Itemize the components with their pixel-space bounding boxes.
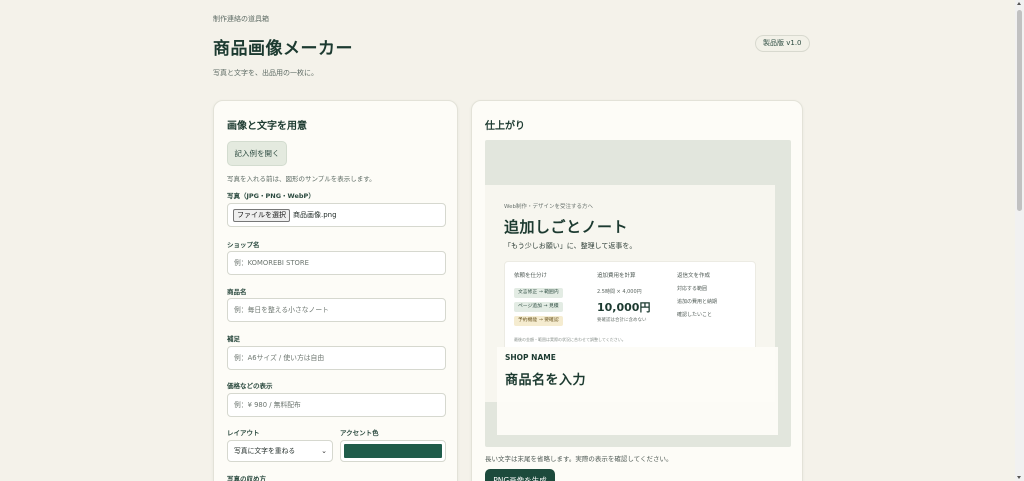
app-eyebrow: 制作連絡の道具箱 [213,15,269,23]
layout-select[interactable]: 写真に文字を重ねる ⌄ [227,440,333,462]
sample-amount-note: 要確認は合計に含めない [597,318,647,323]
shop-name-input[interactable]: 例：KOMOREBI STORE [227,251,446,275]
sample-col-reply: 返信文を作成 対応する範囲 追加の費用と納期 確認したいこと [677,271,717,318]
photo-file-input[interactable]: ファイルを選択 商品画像.png [227,203,446,227]
shop-name-label: ショップ名 [227,241,260,249]
sample-col-calc: 追加費用を計算 2.5時間 × 4,000円 10,000円 要確認は合計に含め… [597,271,650,323]
form-panel: 画像と文字を用意 記入例を開く 写真を入れる前は、図形のサンプルを表示します。 … [213,100,458,481]
photo-label: 写真（JPG・PNG・WebP） [227,192,315,200]
choose-file-button[interactable]: ファイルを選択 [233,208,290,222]
form-panel-title: 画像と文字を用意 [227,121,307,132]
page-header: 制作連絡の道具箱 商品画像メーカー 写真と文字を、出品用の一枚に。 [213,14,803,78]
photo-fit-label: 写真の収め方 [227,475,266,481]
sample-list-item: 追加の費用と納期 [677,299,718,305]
sample-footnote: 最後の金額・範囲は実際の状況に合わせて調整してください。 [514,337,626,342]
scrollbar-thumb[interactable] [1017,10,1022,211]
note-label: 補足 [227,335,240,343]
version-badge: 製品版 v1.0 [755,35,810,52]
accent-color-picker[interactable] [340,440,446,462]
sample-amount: 10,000円 [597,301,651,314]
price-input[interactable]: 例：¥ 980 / 無料配布 [227,393,446,417]
open-sample-button[interactable]: 記入例を開く [227,141,287,166]
layout-label: レイアウト [227,429,260,437]
overlay-product-name: 商品名を入力 [505,373,587,388]
sample-col-heading: 返信文を作成 [677,273,711,279]
sample-col-sort: 依頼を仕分け 文言修正 → 範囲内 ページ追加 → 見積 予約機能 → 要確認 [514,271,563,326]
sample-col-heading: 依頼を仕分け [514,273,548,279]
sample-formula: 2.5時間 × 4,000円 [597,289,642,295]
app-title: 商品画像メーカー [213,39,353,59]
overlay-shop-name: SHOP NAME [505,353,556,362]
preview-panel: 仕上がり Web制作・デザインを受注する方へ 追加しごとノート 「もう少しお願い… [471,100,803,481]
scroll-down-icon[interactable] [1017,476,1021,479]
product-name-label: 商品名 [227,288,247,296]
preview-panel-title: 仕上がり [485,121,525,132]
preview-canvas: Web制作・デザインを受注する方へ 追加しごとノート 「もう少しお願い」に、整理… [485,140,791,447]
chevron-down-icon: ⌄ [321,447,327,455]
app-subtitle: 写真と文字を、出品用の一枚に。 [213,69,318,77]
layout-select-value: 写真に文字を重ねる [234,447,296,455]
price-label: 価格などの表示 [227,382,273,390]
page-scrollbar[interactable] [1015,0,1024,481]
accent-color-swatch [344,444,442,458]
sample-tag: ページ追加 → 見積 [514,302,563,312]
scroll-up-icon[interactable] [1017,2,1021,5]
generate-png-button[interactable]: PNG画像を生成 [485,469,555,481]
sample-card: 依頼を仕分け 文言修正 → 範囲内 ページ追加 → 見積 予約機能 → 要確認 … [504,261,756,351]
sample-list-item: 確認したいこと [677,312,713,318]
note-input[interactable]: 例：A6サイズ / 使い方は自由 [227,346,446,370]
product-name-input[interactable]: 例：毎日を整える小さなノート [227,298,446,322]
accent-color-label: アクセント色 [340,429,379,437]
text-overlay: SHOP NAME 商品名を入力 [497,347,778,435]
sample-tag: 予約機能 → 要確認 [514,316,563,326]
selected-file-name: 商品画像.png [293,211,337,219]
sample-title: 追加しごとノート [504,218,629,236]
preview-note: 長い文字は末尾を省略します。実際の表示を確認してください。 [485,455,673,463]
sample-subtitle: 「もう少しお願い」に、整理して返事を。 [504,242,637,250]
sample-eyebrow: Web制作・デザインを受注する方へ [504,204,593,210]
sample-col-heading: 追加費用を計算 [597,273,636,279]
sample-list-item: 対応する範囲 [677,286,708,292]
sample-tag: 文言修正 → 範囲内 [514,288,563,298]
form-hint: 写真を入れる前は、図形のサンプルを表示します。 [227,175,376,183]
